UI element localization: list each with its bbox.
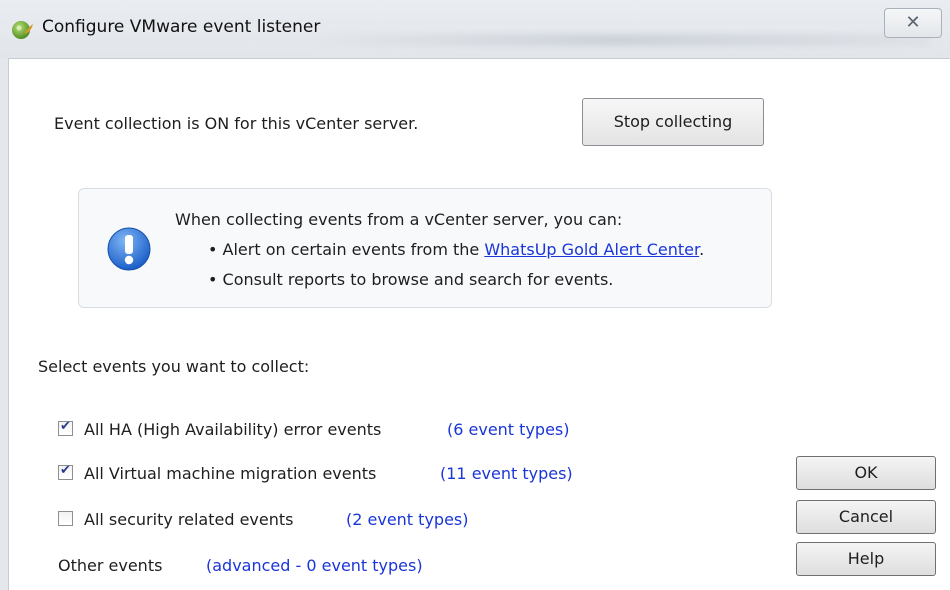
alert-center-link[interactable]: WhatsUp Gold Alert Center [484,240,699,259]
info-bullet-alert-suffix: . [699,240,705,259]
vm-migration-events-count-link[interactable]: (11 event types) [440,464,573,483]
stop-collecting-button[interactable]: Stop collecting [582,98,764,146]
security-events-count-link[interactable]: (2 event types) [346,510,468,529]
info-heading: When collecting events from a vCenter se… [175,210,623,229]
info-bullet-alert-text: • Alert on certain events from the [208,240,485,259]
close-button[interactable]: ✕ [884,8,942,38]
ha-events-checkbox[interactable] [58,419,73,436]
help-button[interactable]: Help [796,542,936,576]
window-frame-left [0,58,9,590]
info-bullet-reports: • Consult reports to browse and search f… [208,270,614,289]
ha-events-label[interactable]: All HA (High Availability) error events [84,420,381,439]
security-events-label[interactable]: All security related events [84,510,293,529]
cancel-button[interactable]: Cancel [796,500,936,534]
title-bar: Configure VMware event listener ✕ [0,0,950,59]
ha-events-count-link[interactable]: (6 event types) [447,420,569,439]
collection-status-text: Event collection is ON for this vCenter … [54,114,419,133]
close-icon: ✕ [905,12,921,33]
vm-migration-events-label[interactable]: All Virtual machine migration events [84,464,376,483]
ok-button[interactable]: OK [796,456,936,490]
info-bullet-alert: • Alert on certain events from the Whats… [208,240,704,259]
security-events-checkbox[interactable] [58,511,73,526]
select-events-label: Select events you want to collect: [38,357,310,376]
other-events-advanced-link[interactable]: (advanced - 0 event types) [206,556,423,575]
background-blur [300,34,930,46]
exclamation-icon [107,227,151,271]
vmware-app-icon [12,21,33,39]
window-title: Configure VMware event listener [42,17,321,37]
other-events-label: Other events [58,556,163,575]
vm-migration-events-checkbox[interactable] [58,463,73,480]
